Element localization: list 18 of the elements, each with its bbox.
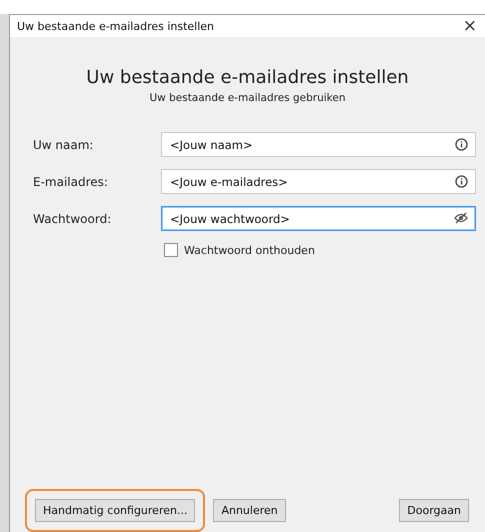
dialog-heading: Uw bestaande e-mailadres instellen (85, 67, 410, 88)
hidden-eye-icon[interactable] (454, 212, 468, 224)
field-label: Wachtwoord: (32, 212, 112, 226)
info-icon[interactable] (455, 175, 468, 188)
dialog-subheading: Uw bestaande e-mailadres gebruiken (149, 92, 346, 104)
field-label: Uw naam: (32, 138, 94, 152)
dialog-button[interactable]: Doorgaan (399, 499, 469, 522)
field-label: E-mailadres: (32, 174, 109, 188)
info-icon[interactable] (455, 138, 468, 151)
dialog-button[interactable]: Annuleren (213, 499, 286, 522)
checkbox-label: Wachtwoord onthouden (184, 244, 315, 256)
input-field[interactable]: <Jouw e-mailadres> (161, 169, 476, 194)
window-title: Uw bestaande e-mailadres instellen (17, 20, 214, 32)
dialog-button[interactable]: Handmatig configureren... (35, 499, 196, 522)
close-button[interactable]: × (462, 18, 477, 34)
password-field[interactable]: <Jouw wachtwoord> (161, 206, 476, 231)
remember-checkbox[interactable] (164, 243, 178, 257)
input-field[interactable]: <Jouw naam> (161, 132, 476, 157)
